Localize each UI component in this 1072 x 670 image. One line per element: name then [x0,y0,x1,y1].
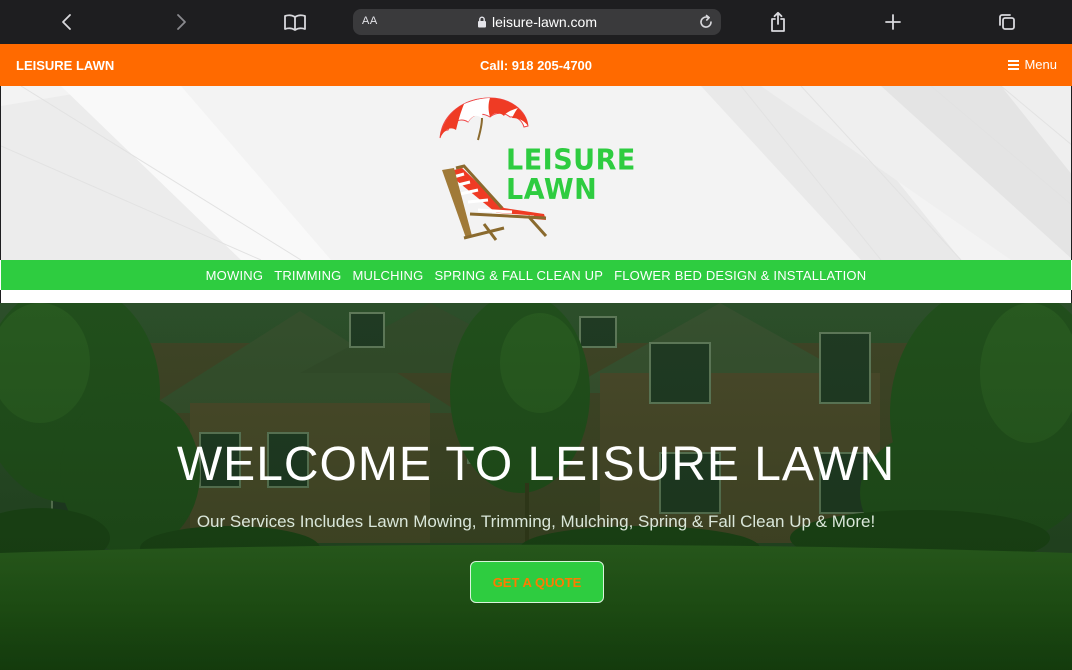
site-logo[interactable]: LEISURE LAWN [434,96,650,252]
logo-line-1: LEISURE [506,144,636,178]
url-text: leisure-lawn.com [491,14,598,30]
new-tab-button[interactable] [878,7,908,37]
back-button[interactable] [52,7,82,37]
url-display[interactable]: leisure-lawn.com [353,14,721,30]
browser-toolbar: AA leisure-lawn.com [0,0,1072,44]
hero-title: WELCOME TO LEISURE LAWN [176,438,896,491]
book-icon [284,14,306,31]
lock-icon [477,16,486,28]
logo-banner: LEISURE LAWN [0,86,1072,260]
nav-item-mulching[interactable]: MULCHING [353,268,424,283]
site-topbar: LEISURE LAWN Call: 918 205-4700 Menu [0,44,1072,86]
hero-subtitle: Our Services Includes Lawn Mowing, Trimm… [196,512,876,531]
nav-item-mowing[interactable]: MOWING [206,268,264,283]
phone-link[interactable]: Call: 918 205-4700 [0,58,1072,73]
forward-button[interactable] [166,7,196,37]
reload-icon[interactable] [697,13,715,31]
address-bar[interactable]: AA leisure-lawn.com [353,9,721,35]
logo-line-2: LAWN [506,173,598,207]
chevron-left-icon [62,14,71,30]
tabs-icon [999,14,1015,30]
services-nav: MOWING TRIMMING MULCHING SPRING & FALL C… [1,260,1071,290]
bookmarks-button[interactable] [280,7,310,37]
plus-icon [885,14,901,30]
tabs-overview-button[interactable] [992,7,1022,37]
share-button[interactable] [763,7,793,37]
nav-spacer [0,290,1072,303]
chevron-right-icon [177,14,186,30]
website-viewport: LEISURE LAWN Call: 918 205-4700 Menu LEI… [0,44,1072,670]
hamburger-icon [1008,59,1020,70]
nav-item-flower-bed-design[interactable]: FLOWER BED DESIGN & INSTALLATION [614,268,866,283]
nav-item-spring-fall-clean-up[interactable]: SPRING & FALL CLEAN UP [434,268,603,283]
hero-section: WELCOME TO LEISURE LAWN Our Services Inc… [0,303,1072,670]
get-a-quote-button[interactable]: GET A QUOTE [470,561,604,603]
menu-label: Menu [1024,57,1057,72]
logo-wordmark: LEISURE LAWN [506,147,636,205]
menu-button[interactable]: Menu [1008,57,1057,72]
share-icon [771,11,785,32]
nav-item-trimming[interactable]: TRIMMING [274,268,341,283]
